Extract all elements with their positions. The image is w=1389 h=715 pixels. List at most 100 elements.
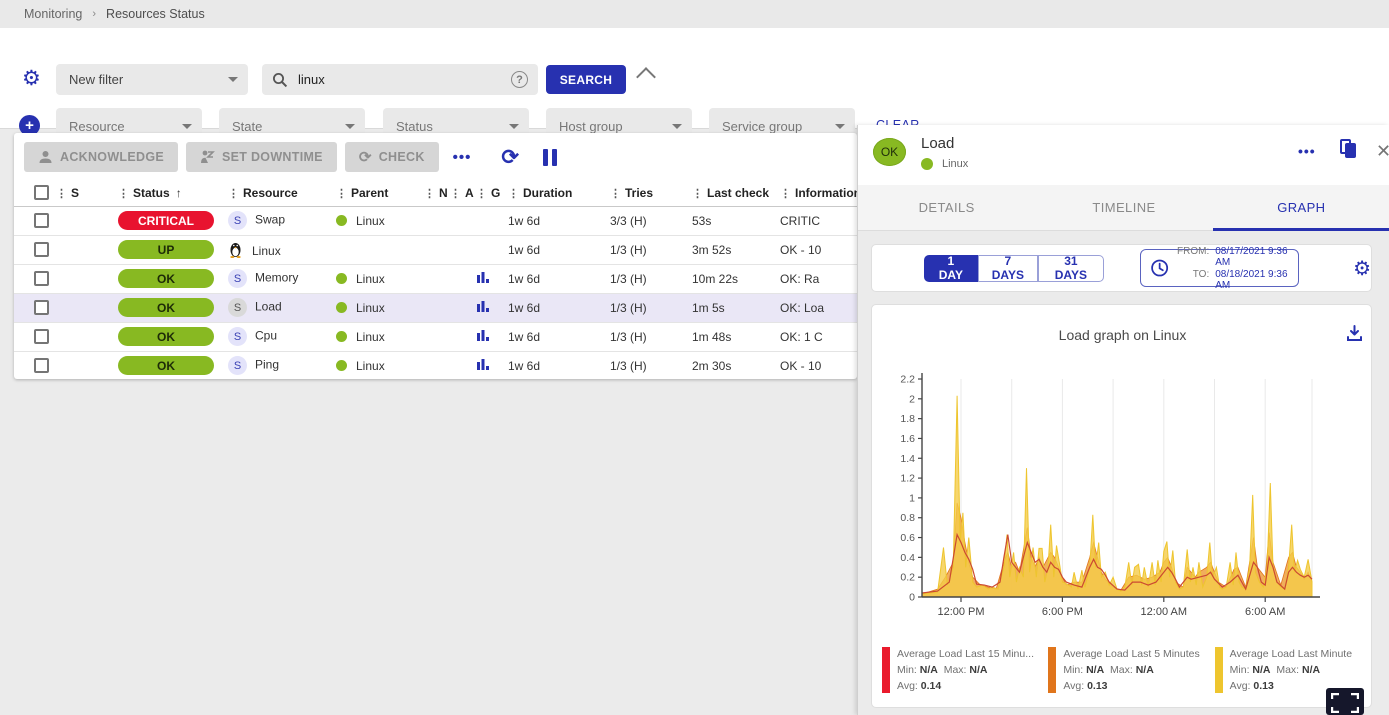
host-status-dot-icon xyxy=(336,360,347,371)
severity-cell xyxy=(56,293,118,322)
range-button-7-days[interactable]: 7 DAYS xyxy=(978,255,1038,282)
parent-cell[interactable]: Linux xyxy=(336,351,424,379)
saved-filter-value: New filter xyxy=(69,72,123,87)
status-pill: UP xyxy=(118,240,214,259)
row-checkbox[interactable] xyxy=(34,213,49,228)
row-checkbox[interactable] xyxy=(34,242,49,257)
resource-name: Swap xyxy=(255,213,285,227)
tab-details[interactable]: DETAILS xyxy=(858,185,1035,230)
drag-handle-icon[interactable]: ⋮ xyxy=(228,188,238,200)
column-header-parent[interactable]: ⋮Parent xyxy=(336,180,424,206)
collapse-filters-chevron-icon[interactable] xyxy=(636,67,656,87)
breadcrumb-item-monitoring[interactable]: Monitoring xyxy=(24,7,82,21)
search-input[interactable] xyxy=(298,72,501,87)
resource-cell[interactable]: SLoad xyxy=(228,293,336,322)
drag-handle-icon[interactable]: ⋮ xyxy=(692,188,702,200)
tab-graph[interactable]: GRAPH xyxy=(1213,185,1389,230)
resource-cell[interactable]: Linux xyxy=(228,235,336,264)
parent-cell[interactable]: Linux xyxy=(336,322,424,351)
column-header-tries[interactable]: ⋮Tries xyxy=(610,180,692,206)
sort-asc-icon[interactable]: ↑ xyxy=(176,186,182,200)
copy-link-icon[interactable] xyxy=(1340,139,1356,159)
column-header-resource[interactable]: ⋮Resource xyxy=(228,180,336,206)
svg-text:0.8: 0.8 xyxy=(900,512,915,524)
drag-handle-icon[interactable]: ⋮ xyxy=(780,188,790,200)
fullscreen-icon[interactable] xyxy=(1326,688,1364,715)
row-checkbox[interactable] xyxy=(34,329,49,344)
legend-item[interactable]: Average Load Last 5 MinutesMin: N/A Max:… xyxy=(1048,647,1200,694)
column-label: S xyxy=(71,186,79,200)
has-graph-icon[interactable] xyxy=(476,358,490,371)
table-row-linux[interactable]: UPLinux1w 6d1/3 (H)3m 52sOK - 10 xyxy=(14,235,857,264)
parent-cell[interactable]: Linux xyxy=(336,206,424,235)
column-header-information[interactable]: ⋮Information xyxy=(780,180,857,206)
saved-filter-select[interactable]: New filter xyxy=(56,64,248,95)
parent-cell[interactable]: Linux xyxy=(336,293,424,322)
refresh-list-icon[interactable]: ⟳ xyxy=(501,145,519,170)
row-checkbox[interactable] xyxy=(34,358,49,373)
drag-handle-icon[interactable]: ⋮ xyxy=(450,188,460,200)
has-graph-icon[interactable] xyxy=(476,271,490,284)
row-checkbox[interactable] xyxy=(34,300,49,315)
table-row-load[interactable]: OKSLoadLinux1w 6d1/3 (H)1m 5sOK: Loa xyxy=(14,293,857,322)
custom-time-range[interactable]: FROM: 08/17/2021 9:36 AM TO: 08/18/2021 … xyxy=(1140,249,1299,287)
host-status-dot-icon xyxy=(336,302,347,313)
has-graph-icon[interactable] xyxy=(476,329,490,342)
tries-cell: 1/3 (H) xyxy=(610,322,692,351)
resource-cell[interactable]: SMemory xyxy=(228,264,336,293)
parent-cell[interactable]: Linux xyxy=(336,264,424,293)
action-url-cell xyxy=(450,264,476,293)
drag-handle-icon[interactable]: ⋮ xyxy=(476,188,486,200)
drag-handle-icon[interactable]: ⋮ xyxy=(118,188,128,200)
legend-series-name: Average Load Last 15 Minu... xyxy=(897,647,1034,663)
has-graph-icon[interactable] xyxy=(476,300,490,313)
column-header-n[interactable]: ⋮N xyxy=(424,180,450,206)
parent-cell[interactable] xyxy=(336,235,424,264)
table-row-memory[interactable]: OKSMemoryLinux1w 6d1/3 (H)10m 22sOK: Ra xyxy=(14,264,857,293)
tab-timeline[interactable]: TIMELINE xyxy=(1035,185,1212,230)
resource-cell[interactable]: SSwap xyxy=(228,206,336,235)
check-button[interactable]: ⟳ CHECK xyxy=(345,142,439,172)
table-row-ping[interactable]: OKSPingLinux1w 6d1/3 (H)2m 30sOK - 10 xyxy=(14,351,857,379)
close-panel-icon[interactable]: ✕ xyxy=(1376,141,1389,162)
table-row-cpu[interactable]: OKSCpuLinux1w 6d1/3 (H)1m 48sOK: 1 C xyxy=(14,322,857,351)
breadcrumb-item-resources-status[interactable]: Resources Status xyxy=(106,7,205,21)
search-field[interactable]: ? xyxy=(262,64,538,95)
legend-item[interactable]: Average Load Last 15 Minu...Min: N/A Max… xyxy=(882,647,1034,694)
legend-color-bar xyxy=(882,647,890,693)
panel-more-actions-icon[interactable]: ••• xyxy=(1298,143,1316,159)
set-downtime-button[interactable]: SET DOWNTIME xyxy=(186,142,337,172)
range-button-31-days[interactable]: 31 DAYS xyxy=(1038,255,1104,282)
filter-settings-gear-icon[interactable]: ⚙ xyxy=(22,68,41,89)
select-all-checkbox[interactable] xyxy=(34,185,49,200)
drag-handle-icon[interactable]: ⋮ xyxy=(336,188,346,200)
table-row-swap[interactable]: CRITICALSSwapLinux1w 6d3/3 (H)53sCRITIC xyxy=(14,206,857,235)
drag-handle-icon[interactable]: ⋮ xyxy=(610,188,620,200)
column-header-status[interactable]: ⋮Status↑ xyxy=(118,180,228,206)
column-header-duration[interactable]: ⋮Duration xyxy=(508,180,610,206)
resource-cell[interactable]: SCpu xyxy=(228,322,336,351)
notes-cell xyxy=(424,206,450,235)
severity-cell xyxy=(56,235,118,264)
search-help-icon[interactable]: ? xyxy=(511,71,528,88)
export-graph-icon[interactable] xyxy=(1346,325,1363,347)
drag-handle-icon[interactable]: ⋮ xyxy=(508,188,518,200)
graph-title: Load graph on Linux xyxy=(872,327,1373,343)
search-button[interactable]: SEARCH xyxy=(546,65,626,94)
more-actions-icon[interactable]: ••• xyxy=(453,149,472,166)
panel-header: OK Load Linux ••• ✕ xyxy=(858,125,1389,185)
range-button-1-day[interactable]: 1 DAY xyxy=(924,255,978,282)
column-header-last-check[interactable]: ⋮Last check xyxy=(692,180,780,206)
column-header-g[interactable]: ⋮G xyxy=(476,180,508,206)
column-header-a[interactable]: ⋮A xyxy=(450,180,476,206)
drag-handle-icon[interactable]: ⋮ xyxy=(424,188,434,200)
row-checkbox[interactable] xyxy=(34,271,49,286)
load-graph-chart[interactable]: 00.20.40.60.811.21.41.61.822.212:00 PM6:… xyxy=(877,367,1367,639)
pause-refresh-icon[interactable] xyxy=(543,149,557,166)
parent-name: Linux xyxy=(356,301,385,315)
acknowledge-button[interactable]: ACKNOWLEDGE xyxy=(24,142,178,172)
column-header-s[interactable]: ⋮S xyxy=(56,180,118,206)
graph-settings-gear-icon[interactable]: ⚙ xyxy=(1353,256,1371,281)
resource-cell[interactable]: SPing xyxy=(228,351,336,379)
drag-handle-icon[interactable]: ⋮ xyxy=(56,188,66,200)
